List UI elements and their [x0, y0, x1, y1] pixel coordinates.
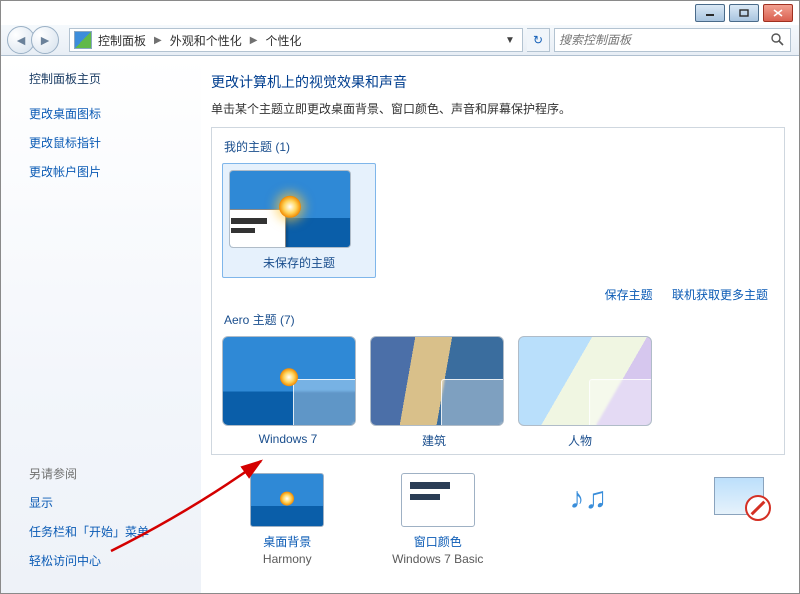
- save-theme-link[interactable]: 保存主题: [605, 288, 653, 302]
- option-sounds[interactable]: ♪♫: [542, 473, 635, 566]
- theme-caption: 未保存的主题: [229, 254, 369, 271]
- sidebar-change-account-picture[interactable]: 更改帐户图片: [29, 163, 201, 180]
- minimize-button[interactable]: [695, 4, 725, 22]
- page-subtitle: 单击某个主题立即更改桌面背景、窗口颜色、声音和屏幕保护程序。: [211, 100, 785, 117]
- maximize-button[interactable]: [729, 4, 759, 22]
- screensaver-icon: [703, 473, 775, 525]
- window-glyph-icon: [229, 209, 286, 248]
- option-desktop-background[interactable]: 桌面背景 Harmony: [241, 473, 334, 566]
- window-controls: [695, 4, 793, 22]
- theme-unsaved[interactable]: 未保存的主题: [222, 163, 376, 278]
- sound-icon: ♪♫: [552, 473, 624, 525]
- address-bar[interactable]: 控制面板 ▶ 外观和个性化 ▶ 个性化 ▼: [69, 28, 523, 52]
- wallpaper-icon: [250, 473, 324, 527]
- desktop-background-value: Harmony: [241, 552, 334, 566]
- search-icon[interactable]: [770, 32, 786, 48]
- main-content: 更改计算机上的视觉效果和声音 单击某个主题立即更改桌面背景、窗口颜色、声音和屏幕…: [201, 56, 799, 593]
- more-themes-link[interactable]: 联机获取更多主题: [672, 288, 768, 302]
- crumb-mid[interactable]: 外观和个性化: [170, 32, 242, 49]
- address-dropdown[interactable]: ▼: [502, 35, 518, 46]
- nav-bar: ◄ ► 控制面板 ▶ 外观和个性化 ▶ 个性化 ▼ ↻: [1, 25, 799, 56]
- see-also-label: 另请参阅: [29, 465, 201, 482]
- aero-theme-windows7[interactable]: [222, 336, 356, 426]
- nav-back-forward: ◄ ►: [7, 26, 59, 54]
- chevron-right-icon[interactable]: ▶: [154, 35, 162, 46]
- chevron-right-icon[interactable]: ▶: [250, 35, 258, 46]
- window-color-icon: [401, 473, 475, 527]
- page-title: 更改计算机上的视觉效果和声音: [211, 72, 785, 92]
- crumb-root[interactable]: 控制面板: [98, 32, 146, 49]
- search-box[interactable]: [554, 28, 791, 52]
- theme-preview: [229, 170, 351, 248]
- themes-panel: 我的主题 (1) 未保存的主题 保存主题 联机获取更多主题 Aero 主题 (7…: [211, 127, 785, 455]
- desktop-background-link[interactable]: 桌面背景: [241, 533, 334, 550]
- my-themes-label: 我的主题 (1): [224, 138, 774, 155]
- aero-cap-2: 人物: [514, 432, 646, 449]
- window-color-link[interactable]: 窗口颜色: [392, 533, 485, 550]
- crumb-leaf[interactable]: 个性化: [265, 32, 301, 49]
- option-window-color[interactable]: 窗口颜色 Windows 7 Basic: [392, 473, 485, 566]
- window-color-value: Windows 7 Basic: [392, 552, 485, 566]
- see-also-display[interactable]: 显示: [29, 494, 201, 511]
- option-row: 桌面背景 Harmony 窗口颜色 Windows 7 Basic ♪♫: [211, 473, 785, 566]
- see-also-ease-of-access[interactable]: 轻松访问中心: [29, 552, 201, 569]
- aero-themes-label: Aero 主题 (7): [224, 311, 774, 328]
- sidebar: 控制面板主页 更改桌面图标 更改鼠标指针 更改帐户图片 另请参阅 显示 任务栏和…: [1, 56, 201, 593]
- content-body: 控制面板主页 更改桌面图标 更改鼠标指针 更改帐户图片 另请参阅 显示 任务栏和…: [1, 56, 799, 593]
- sidebar-change-desktop-icons[interactable]: 更改桌面图标: [29, 105, 201, 122]
- sidebar-change-mouse-pointers[interactable]: 更改鼠标指针: [29, 134, 201, 151]
- control-panel-home[interactable]: 控制面板主页: [29, 70, 201, 87]
- see-also-taskbar[interactable]: 任务栏和「开始」菜单: [29, 523, 201, 540]
- aero-cap-0: Windows 7: [222, 432, 354, 449]
- search-input[interactable]: [555, 33, 770, 47]
- control-panel-icon: [74, 31, 92, 49]
- aero-theme-architecture[interactable]: [370, 336, 504, 426]
- forward-button[interactable]: ►: [31, 26, 59, 54]
- aero-theme-characters[interactable]: [518, 336, 652, 426]
- refresh-button[interactable]: ↻: [527, 28, 550, 52]
- personalization-window: ◄ ► 控制面板 ▶ 外观和个性化 ▶ 个性化 ▼ ↻ ? 控制面板主页 更改桌…: [0, 0, 800, 594]
- close-button[interactable]: [763, 4, 793, 22]
- aero-cap-1: 建筑: [368, 432, 500, 449]
- option-screensaver[interactable]: [693, 473, 786, 566]
